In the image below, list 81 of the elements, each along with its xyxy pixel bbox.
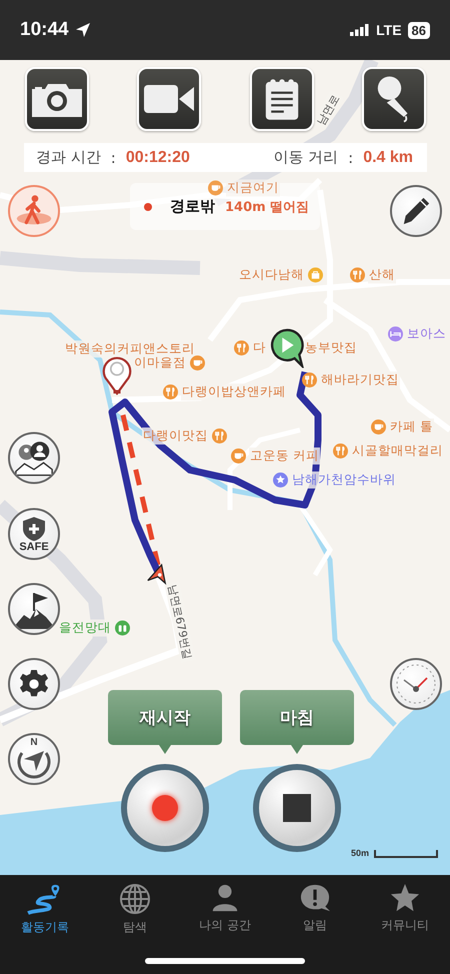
map-button[interactable] [8, 432, 60, 484]
stat-separator: : [110, 148, 116, 166]
cup-icon [231, 448, 246, 464]
place-label: 고운동 커피 [249, 448, 320, 464]
place-label: 다랭이맛집 [142, 428, 209, 444]
map-button[interactable]: N [8, 733, 60, 785]
bed-icon [388, 326, 403, 342]
map-button[interactable] [8, 658, 60, 710]
notepad-icon [264, 77, 300, 121]
bubble-tail [159, 745, 171, 754]
pencil-icon [401, 196, 431, 226]
route-distance: 140m 떨어짐 [225, 198, 310, 216]
globe-icon [119, 883, 151, 915]
fork-knife-icon [350, 268, 365, 282]
video-camera-icon [144, 83, 194, 115]
place-label: 지금여기 [226, 180, 280, 196]
place-label: 농부맛집 [304, 340, 358, 356]
fork-knife-icon [333, 444, 348, 458]
place-label: 오시다남해 [238, 266, 305, 284]
clock-time: 10:44 [20, 19, 69, 41]
shopping-bag-icon [308, 268, 323, 282]
stat-label: 경과 시간 [36, 148, 101, 167]
tab-item[interactable]: 활동기록 [0, 883, 90, 947]
tab-item[interactable]: 커뮤니티 [360, 883, 450, 947]
place-label: 산해 [368, 266, 396, 284]
tab-item[interactable]: 나의 공간 [180, 883, 270, 947]
place-label: 보아스 [406, 326, 447, 342]
stat-value: 00:12:20 [126, 148, 190, 166]
cup-icon [190, 356, 205, 370]
tool-button[interactable] [25, 67, 89, 131]
place-label: 해바라기맛집 [320, 372, 400, 388]
record-icon [152, 795, 178, 821]
tab-item[interactable]: 탐색 [90, 883, 180, 947]
place-label: 남해가천암수바위 [291, 472, 397, 488]
location-arrow-icon [74, 22, 91, 38]
signal-icon [350, 24, 370, 36]
alert-bubble-icon [299, 883, 331, 913]
route-state: 경로밖 [170, 197, 215, 216]
action-button[interactable]: 마침 [240, 690, 354, 745]
tool-button[interactable] [250, 67, 314, 131]
stat-value: 0.4 km [363, 148, 413, 166]
battery-level: 86 [408, 22, 430, 38]
bubble-tail [291, 745, 303, 754]
place-label: 이마을점 [133, 354, 187, 372]
scale-bar [374, 850, 438, 858]
place-label: 다랭이밥상앤카페 [181, 384, 287, 400]
play-marker [270, 328, 304, 368]
shield-plus-icon [22, 516, 46, 542]
scale-label: 50m [351, 848, 370, 858]
place-label: 다 [252, 340, 267, 356]
tool-button[interactable] [362, 67, 426, 131]
safe-label: SAFE [19, 542, 49, 552]
tab-item[interactable]: 알림 [270, 883, 360, 947]
fork-knife-icon [234, 340, 249, 356]
place-label: 시골할매막걸리 [351, 442, 444, 460]
place-label: 박원숙의커피앤스토리 [64, 340, 196, 358]
stat-separator: : [348, 148, 354, 166]
map-button[interactable] [390, 658, 442, 710]
cup-icon [208, 180, 223, 196]
star-icon [390, 883, 420, 913]
map-button[interactable]: SAFE [8, 508, 60, 560]
binoculars-icon [115, 620, 130, 636]
location-pin-icon [102, 355, 132, 395]
place-label: 을전망대 [58, 620, 112, 636]
tool-button[interactable] [137, 67, 202, 131]
speedometer-icon [394, 662, 438, 706]
settings-icon [19, 669, 49, 699]
person-icon [210, 883, 240, 913]
place-label: 카페 톨 [389, 418, 434, 436]
action-button[interactable]: 재시작 [108, 690, 222, 745]
map-button[interactable] [8, 583, 60, 635]
network-type: LTE [376, 22, 402, 38]
map-button[interactable] [390, 185, 442, 237]
camera-icon [32, 81, 82, 117]
fork-knife-icon [302, 372, 317, 388]
position-arrow-icon [146, 563, 168, 585]
fork-knife-icon [163, 384, 178, 400]
stat-label: 이동 거리 [273, 148, 338, 167]
fork-knife-icon [212, 428, 227, 444]
cup-icon [371, 420, 386, 434]
stop-icon [283, 794, 311, 822]
